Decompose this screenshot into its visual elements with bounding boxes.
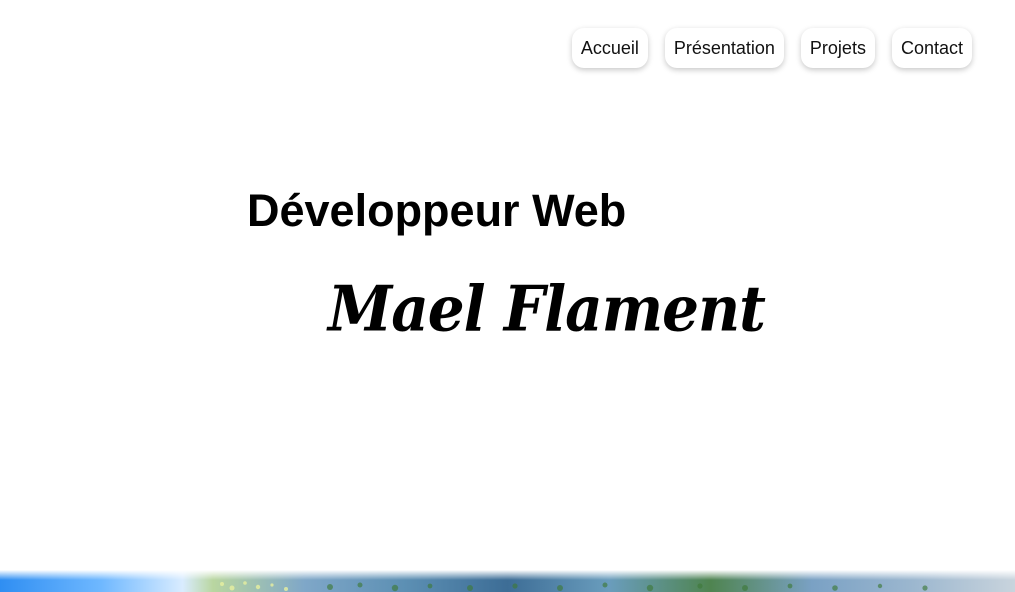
page: Accueil Présentation Projets Contact Dév… (0, 0, 1015, 592)
nav-button-presentation[interactable]: Présentation (664, 28, 784, 68)
nav-button-projets[interactable]: Projets (800, 28, 875, 68)
hero-name: Mael Flament (328, 272, 766, 346)
nav-button-contact[interactable]: Contact (891, 28, 972, 68)
nav-button-accueil[interactable]: Accueil (571, 28, 648, 68)
foliage-decoration (220, 581, 928, 592)
hero-subtitle: Développeur Web (247, 185, 627, 236)
background-image-strip (0, 570, 1015, 592)
main-navigation: Accueil Présentation Projets Contact (571, 28, 972, 68)
